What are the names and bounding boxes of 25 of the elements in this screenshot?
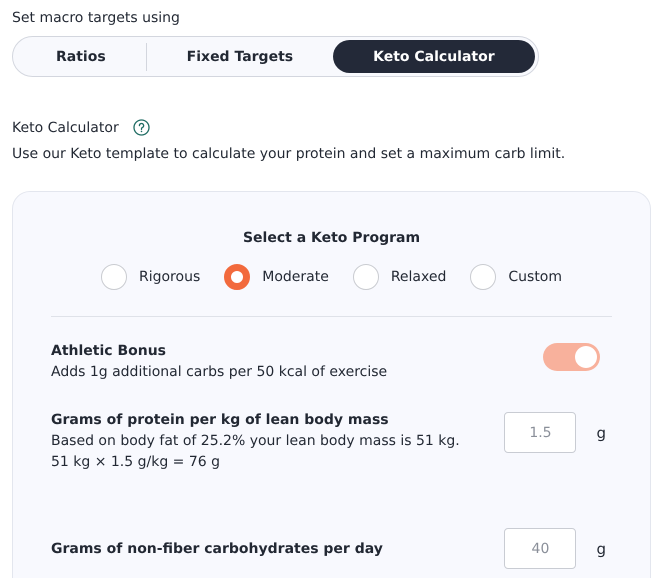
tab[interactable]: Ratios: [16, 40, 146, 73]
toggle-switch[interactable]: [543, 343, 600, 371]
help-icon[interactable]: [132, 119, 150, 136]
tab[interactable]: Keto Calculator: [333, 40, 535, 73]
mode-label: Set macro targets using: [12, 10, 181, 26]
field-description: 51 kg × 1.5 g/kg = 76 g: [51, 454, 221, 470]
radio-icon[interactable]: [352, 264, 379, 290]
tab[interactable]: Fixed Targets: [146, 40, 334, 73]
program-title: Select a Keto Program: [242, 230, 422, 246]
section-description: Use our Keto template to calculate your protein and set a maximum carb limit.: [12, 146, 566, 162]
radio-option[interactable]: Rigorous: [100, 264, 200, 290]
section-title: Keto Calculator: [12, 120, 119, 136]
field-title: Grams of non-fiber carbohydrates per day: [51, 540, 383, 556]
unit-label: g: [596, 540, 606, 558]
radio-icon[interactable]: [100, 264, 127, 290]
bonus-description: Adds 1g additional carbs per 50 kcal of exercise: [51, 364, 388, 380]
radio-option[interactable]: Moderate: [224, 264, 329, 290]
radio-icon[interactable]: [470, 264, 496, 290]
unit-label: g: [596, 424, 606, 442]
radio-option[interactable]: Custom: [470, 264, 562, 290]
radio-icon[interactable]: [224, 264, 250, 290]
field-description: Based on body fat of 25.2% your lean body mass is 51 kg.: [51, 433, 460, 449]
radio-option[interactable]: Relaxed: [352, 264, 446, 290]
bonus-title: Athletic Bonus: [51, 343, 168, 359]
field-title: Grams of protein per kg of lean body mass: [51, 412, 390, 428]
